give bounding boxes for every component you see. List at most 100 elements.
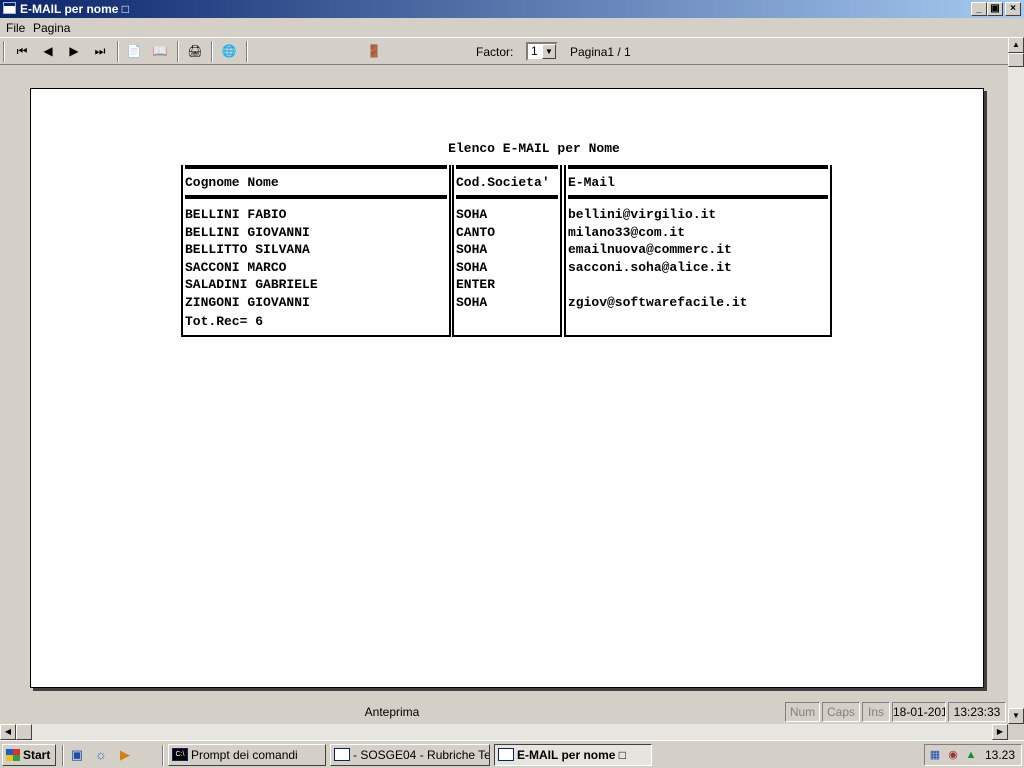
total-records: Tot.Rec= 6 [185, 314, 264, 329]
factor-label: Factor: [476, 45, 514, 59]
preview-area: Elenco E-MAIL per Nome Cognome Nome BELL… [0, 66, 1008, 700]
report-title: Elenco E-MAIL per Nome [448, 141, 620, 156]
start-label: Start [23, 748, 51, 762]
column-company: Cod.Societa' SOHA CANTO SOHA SOHA ENTER … [452, 165, 562, 337]
desktop-icon[interactable]: ▣ [68, 746, 86, 764]
row-name: BELLINI GIOVANNI [185, 225, 310, 240]
row-company: SOHA [456, 242, 488, 257]
title-bar: E-MAIL per nome □ _ ▣ × [0, 0, 1024, 18]
row-name: BELLITTO SILVANA [185, 242, 310, 257]
column-header-name: Cognome Nome [185, 175, 279, 190]
column-name: Cognome Nome BELLINI FABIO BELLINI GIOVA… [181, 165, 451, 337]
header-rule [185, 165, 447, 169]
row-company: ENTER [456, 277, 496, 292]
factor-select[interactable]: 1 ▼ [526, 42, 558, 61]
header-rule [456, 195, 558, 199]
system-tray: ▦ ◉ ▲ 13.23 [924, 744, 1022, 766]
scroll-left-icon[interactable]: ◀ [0, 724, 16, 740]
task-command-prompt[interactable]: C:\ Prompt dei comandi [168, 744, 326, 766]
menu-pagina[interactable]: Pagina [33, 21, 70, 35]
update-icon[interactable]: ▲ [964, 748, 978, 762]
print-icon[interactable]: 🖨 [185, 42, 205, 60]
factor-value: 1 [531, 44, 538, 58]
last-page-icon[interactable]: ⏭ [90, 42, 110, 60]
scrollbar-corner [1008, 724, 1024, 740]
internet-explorer-icon[interactable]: ☼ [92, 746, 110, 764]
header-rule [185, 195, 447, 199]
first-page-icon[interactable]: ⏮ [12, 42, 32, 60]
row-company: SOHA [456, 295, 488, 310]
task-label: - SOSGE04 - Rubriche Te... [353, 748, 490, 762]
window-title: E-MAIL per nome □ [20, 2, 130, 16]
toolbar: ⏮ ◀ ▶ ⏭ 📄 📖 🖨 🌐 🚪 Factor: 1 ▼ Pagina1 / … [0, 37, 1008, 65]
report-page: Elenco E-MAIL per Nome Cognome Nome BELL… [30, 88, 984, 688]
previous-page-icon[interactable]: ◀ [38, 42, 58, 60]
vertical-scroll-thumb[interactable] [1008, 53, 1024, 67]
toolbar-separator [117, 41, 119, 62]
status-ins: Ins [862, 702, 890, 722]
task-email-per-nome[interactable]: E-MAIL per nome □ [494, 744, 652, 766]
two-pages-icon[interactable]: 📖 [150, 42, 170, 60]
row-email: emailnuova@commerc.it [568, 242, 732, 257]
chevron-down-icon[interactable]: ▼ [542, 44, 556, 59]
toolbar-grip [3, 41, 5, 62]
next-page-icon[interactable]: ▶ [64, 42, 84, 60]
media-player-icon[interactable]: ▶ [116, 746, 134, 764]
taskbar-separator [62, 745, 64, 766]
minimize-button[interactable]: _ [971, 2, 987, 16]
column-header-company: Cod.Societa' [456, 175, 550, 190]
header-rule [568, 165, 828, 169]
status-time: 13:23:33 [948, 702, 1006, 722]
close-button[interactable]: × [1005, 2, 1021, 16]
status-caps: Caps [822, 702, 860, 722]
column-header-email: E-Mail [568, 175, 615, 190]
row-email: zgiov@softwarefacile.it [568, 295, 748, 310]
row-company: SOHA [456, 260, 488, 275]
row-company: CANTO [456, 225, 496, 240]
menu-file[interactable]: File [6, 21, 25, 35]
task-label: Prompt dei comandi [191, 748, 298, 762]
page-indicator: Pagina1 / 1 [570, 45, 631, 59]
export-icon[interactable]: 🌐 [219, 42, 239, 60]
command-prompt-icon: C:\ [172, 748, 188, 761]
horizontal-scroll-thumb[interactable] [16, 724, 32, 740]
toolbar-separator [177, 41, 179, 62]
taskbar: Start ▣ ☼ ▶ C:\ Prompt dei comandi - SOS… [0, 740, 1024, 768]
row-company: SOHA [456, 207, 488, 222]
task-sosge04[interactable]: - SOSGE04 - Rubriche Te... [330, 744, 490, 766]
row-name: ZINGONI GIOVANNI [185, 295, 310, 310]
window-icon [498, 748, 514, 761]
vertical-scrollbar[interactable]: ▲ ▼ [1008, 37, 1024, 724]
toolbar-separator [211, 41, 213, 62]
scroll-right-icon[interactable]: ▶ [992, 724, 1008, 740]
header-rule [568, 195, 828, 199]
single-page-icon[interactable]: 📄 [124, 42, 144, 60]
clock[interactable]: 13.23 [985, 748, 1015, 762]
restore-button[interactable]: ▣ [987, 2, 1003, 16]
header-rule [456, 165, 558, 169]
row-email: bellini@virgilio.it [568, 207, 717, 222]
status-main-text: Anteprima [364, 705, 420, 719]
row-name: SALADINI GABRIELE [185, 277, 318, 292]
horizontal-scrollbar[interactable]: ◀ ▶ [0, 724, 1008, 740]
row-email: milano33@com.it [568, 225, 686, 240]
status-num: Num [785, 702, 820, 722]
row-email: sacconi.soha@alice.it [568, 260, 732, 275]
windows-logo-icon [6, 749, 20, 761]
scroll-up-icon[interactable]: ▲ [1008, 37, 1024, 53]
start-button[interactable]: Start [2, 744, 56, 766]
status-date: 18-01-2016 [892, 702, 946, 722]
column-email: E-Mail bellini@virgilio.it milano33@com.… [564, 165, 832, 337]
window-icon [3, 2, 16, 14]
exit-door-icon[interactable]: 🚪 [364, 42, 384, 60]
network-icon[interactable]: ▦ [928, 748, 942, 762]
menu-bar: File Pagina [0, 18, 1024, 37]
security-icon[interactable]: ◉ [946, 748, 960, 762]
row-name: BELLINI FABIO [185, 207, 287, 222]
scroll-down-icon[interactable]: ▼ [1008, 708, 1024, 724]
task-label: E-MAIL per nome □ [517, 748, 627, 762]
window-icon [334, 748, 350, 761]
taskbar-separator [162, 745, 164, 766]
status-bar: Anteprima Num Caps Ins 18-01-2016 13:23:… [0, 700, 1008, 724]
row-name: SACCONI MARCO [185, 260, 287, 275]
